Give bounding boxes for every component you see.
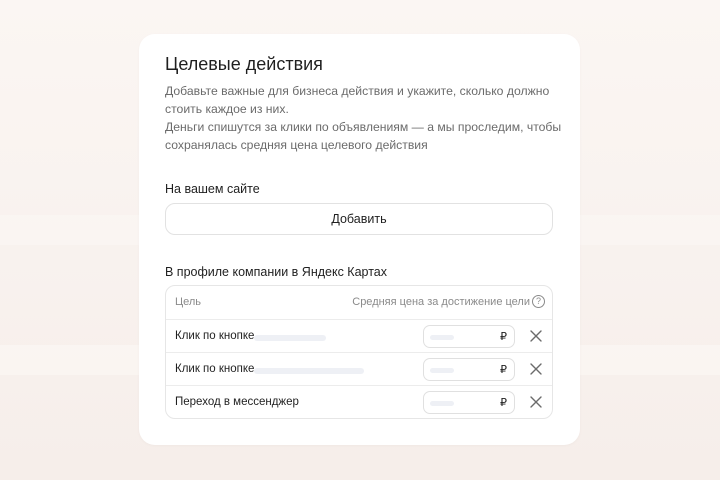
description: Добавьте важные для бизнеса действия и у… [165, 82, 565, 154]
table-row: Клик по кнопке ₽ [166, 319, 552, 352]
table-header: Цель Средняя цена за достижение цели ? [166, 286, 552, 319]
currency-label: ₽ [500, 397, 507, 409]
skeleton-placeholder [430, 335, 454, 340]
goal-name: Клик по кнопке [175, 330, 255, 342]
close-icon[interactable] [529, 362, 543, 376]
maps-section-label: В профиле компании в Яндекс Картах [165, 265, 388, 279]
price-input[interactable]: ₽ [423, 391, 515, 414]
goal-name: Клик по кнопке [175, 363, 255, 375]
site-section-label: На вашем сайте [165, 182, 260, 196]
price-input[interactable]: ₽ [423, 358, 515, 381]
skeleton-placeholder [254, 335, 326, 341]
currency-label: ₽ [500, 364, 507, 376]
currency-label: ₽ [500, 331, 507, 343]
goal-name: Переход в мессенджер [175, 396, 299, 408]
question-circle-icon[interactable]: ? [532, 295, 545, 308]
goals-table: Цель Средняя цена за достижение цели ? К… [165, 285, 553, 419]
target-actions-card: Целевые действия Добавьте важные для биз… [139, 34, 580, 445]
table-row: Переход в мессенджер ₽ [166, 385, 552, 418]
close-icon[interactable] [529, 329, 543, 343]
skeleton-placeholder [430, 368, 454, 373]
price-input[interactable]: ₽ [423, 325, 515, 348]
skeleton-placeholder [430, 401, 454, 406]
skeleton-placeholder [254, 368, 364, 374]
add-button[interactable]: Добавить [165, 203, 553, 235]
column-header-goal: Цель [175, 296, 202, 308]
page-title: Целевые действия [165, 54, 323, 74]
description-line-2: Деньги спишутся за клики по объявлениям … [165, 120, 562, 152]
column-header-price: Средняя цена за достижение цели [352, 296, 530, 308]
table-row: Клик по кнопке ₽ [166, 352, 552, 385]
description-line-1: Добавьте важные для бизнеса действия и у… [165, 84, 550, 116]
close-icon[interactable] [529, 395, 543, 409]
